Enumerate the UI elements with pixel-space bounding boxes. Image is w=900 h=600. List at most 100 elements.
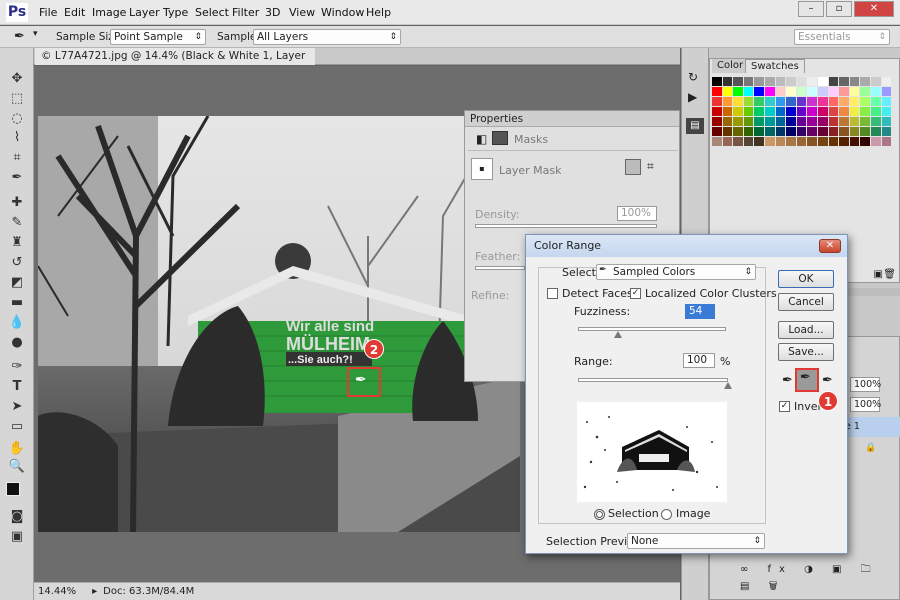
swatch[interactable] [828,127,839,136]
swatch[interactable] [743,77,754,86]
menu-file[interactable]: File [39,6,57,19]
sample-select[interactable]: All Layers [253,29,401,45]
swatch[interactable] [796,137,807,146]
swatch[interactable] [786,127,796,136]
fuzziness-field[interactable]: 54 [685,304,715,319]
swatch[interactable] [764,117,775,126]
adjustment-icon[interactable]: ◧ [476,132,487,146]
swatch[interactable] [881,117,892,126]
swatch-grid[interactable] [712,77,892,146]
stamp-tool-icon[interactable]: ♜ [8,234,26,252]
swatch[interactable] [860,77,870,86]
swatch[interactable] [775,127,786,136]
range-field[interactable]: 100 [683,353,715,368]
cancel-button[interactable]: Cancel [778,293,834,311]
swatch[interactable] [712,117,722,126]
detect-faces-checkbox[interactable] [547,288,558,299]
swatch[interactable] [786,107,796,116]
image-radio[interactable] [661,509,672,520]
swatch[interactable] [743,97,754,106]
swatch[interactable] [796,107,807,116]
swatch[interactable] [839,107,849,116]
swatch[interactable] [807,107,817,116]
menu-help[interactable]: Help [366,6,391,19]
swatch[interactable] [849,107,860,116]
swatch[interactable] [860,137,870,146]
swatch[interactable] [849,137,860,146]
add-to-sample-eyedropper-icon[interactable]: ✒ [800,370,811,385]
swatch[interactable] [764,137,775,146]
workspace-select[interactable]: Essentials [794,29,890,45]
zoom-level[interactable]: 14.44% [38,586,76,597]
history-brush-icon[interactable]: ↺ [8,254,26,272]
swatch[interactable] [807,117,817,126]
swatch[interactable] [828,87,839,96]
mask-icon[interactable] [492,131,508,145]
add-to-sample-eyedropper-highlight[interactable]: ✒ [795,368,819,392]
selection-radio[interactable] [594,509,605,520]
swatch[interactable] [786,87,796,96]
swatch[interactable] [828,97,839,106]
swatch[interactable] [807,87,817,96]
swatch[interactable] [733,87,743,96]
swatch[interactable] [712,107,722,116]
swatch[interactable] [839,87,849,96]
swatch[interactable] [754,77,764,86]
swatch[interactable] [722,87,733,96]
swatch[interactable] [796,77,807,86]
zoom-tool-icon[interactable]: 🔍 [8,458,26,476]
fuzziness-slider[interactable] [578,327,726,331]
swatch[interactable] [775,117,786,126]
swatch[interactable] [817,97,828,106]
swatch[interactable] [860,97,870,106]
swatch[interactable] [796,127,807,136]
swatch[interactable] [733,127,743,136]
swatch[interactable] [764,97,775,106]
lasso-tool-icon[interactable]: ◌ [8,110,26,128]
document-image[interactable]: Wir alle sind MÜLHEIM ...Sie auch?! [38,116,520,532]
swatch[interactable] [754,137,764,146]
swatch[interactable] [775,87,786,96]
localized-clusters-checkbox[interactable]: ✓ [630,288,641,299]
blur-tool-icon[interactable]: 💧 [8,314,26,332]
swatch[interactable] [775,97,786,106]
ok-button[interactable]: OK [778,270,834,288]
dialog-close-icon[interactable]: ✕ [819,239,841,253]
history-icon[interactable]: ↻ [688,70,698,84]
opacity-field[interactable]: 100% [850,377,881,392]
swatch[interactable] [796,117,807,126]
foreground-color-swatch[interactable] [6,482,20,496]
maximize-icon[interactable]: ▫ [826,1,852,17]
swatch[interactable] [712,87,722,96]
swatch[interactable] [860,127,870,136]
swatch[interactable] [860,87,870,96]
swatch[interactable] [775,137,786,146]
swatch[interactable] [743,137,754,146]
menu-filter[interactable]: Filter [232,6,259,19]
vector-mask-icon[interactable]: ⌗ [647,159,654,174]
swatch[interactable] [796,87,807,96]
swatch[interactable] [881,107,892,116]
swatch[interactable] [764,77,775,86]
swatch[interactable] [839,97,849,106]
properties-panel-icon[interactable]: ▤ [686,118,704,134]
select-pixel-mask-icon[interactable] [625,159,641,175]
brush-tool-icon[interactable]: ✎ [8,214,26,232]
swatch[interactable] [828,107,839,116]
swatch[interactable] [881,137,892,146]
select-dropdown[interactable]: Sampled Colors [596,264,756,280]
load-button[interactable]: Load... [778,321,834,339]
crop-tool-icon[interactable]: ⌗ [8,149,26,167]
swatch[interactable] [817,77,828,86]
quick-select-tool-icon[interactable]: ⌇ [8,129,26,147]
swatch[interactable] [849,117,860,126]
swatch[interactable] [733,107,743,116]
swatch[interactable] [870,87,881,96]
swatch[interactable] [733,77,743,86]
swatch[interactable] [722,107,733,116]
swatch[interactable] [712,77,722,86]
density-field[interactable]: 100% [617,206,657,221]
swatch[interactable] [754,97,764,106]
menu-layer[interactable]: Layer [129,6,160,19]
save-button[interactable]: Save... [778,343,834,361]
